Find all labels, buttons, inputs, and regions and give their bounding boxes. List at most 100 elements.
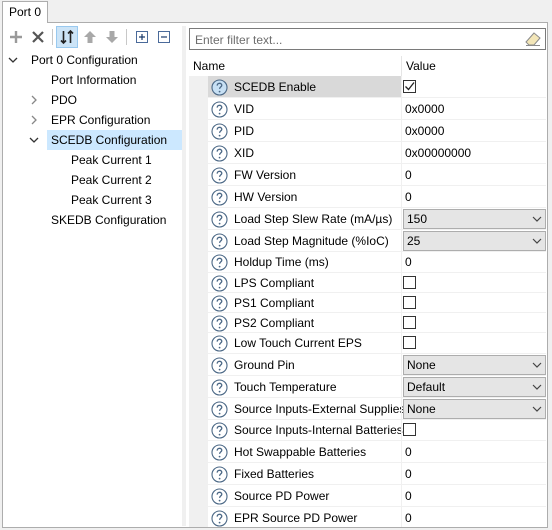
property-value[interactable]: 0	[405, 463, 412, 485]
property-checkbox[interactable]	[403, 80, 416, 93]
chevron-right-icon[interactable]	[29, 95, 39, 105]
help-icon[interactable]	[211, 254, 228, 271]
collapse-all-icon	[158, 31, 170, 43]
help-icon[interactable]	[211, 295, 228, 312]
property-row-source-pd-power[interactable]: Source PD Power 0	[189, 485, 546, 507]
property-row-touch-temperature[interactable]: Touch Temperature Default	[189, 376, 546, 398]
property-row-ps1-compliant[interactable]: PS1 Compliant	[189, 293, 546, 313]
tab-port-0[interactable]: Port 0	[2, 1, 48, 23]
help-icon[interactable]	[211, 488, 228, 505]
column-header-name[interactable]: Name	[189, 56, 401, 76]
delete-button[interactable]	[27, 26, 49, 48]
chevron-down-icon[interactable]	[29, 135, 39, 145]
property-row-fw-version[interactable]: FW Version 0	[189, 164, 546, 186]
property-row-ps2-compliant[interactable]: PS2 Compliant	[189, 313, 546, 333]
help-icon[interactable]	[211, 123, 228, 140]
property-value[interactable]: 0	[405, 507, 412, 527]
tree-item-epr-configuration[interactable]: EPR Configuration	[31, 110, 154, 130]
property-value[interactable]: 0	[405, 441, 412, 463]
property-name: Load Step Magnitude (%IoC)	[234, 234, 389, 248]
column-divider	[401, 333, 402, 354]
property-row-lps-compliant[interactable]: LPS Compliant	[189, 273, 546, 293]
eraser-icon[interactable]	[525, 32, 541, 46]
property-name: Load Step Slew Rate (mA/µs)	[234, 212, 393, 226]
property-value[interactable]: 0	[405, 164, 412, 186]
chevron-down-icon[interactable]	[8, 55, 18, 65]
panel-splitter[interactable]	[182, 26, 186, 526]
property-value[interactable]: 0x00000000	[405, 142, 471, 164]
tree-item-peak-current-3[interactable]: Peak Current 3	[67, 190, 156, 210]
property-checkbox[interactable]	[403, 316, 416, 329]
property-value[interactable]: 0	[405, 186, 412, 208]
property-row-vid[interactable]: VID 0x0000	[189, 98, 546, 120]
property-checkbox[interactable]	[403, 296, 416, 309]
help-icon[interactable]	[211, 233, 228, 250]
help-icon[interactable]	[211, 401, 228, 418]
property-row-load-step-slew-rate-ma-s[interactable]: Load Step Slew Rate (mA/µs) 150	[189, 208, 546, 230]
property-name: Touch Temperature	[234, 380, 337, 394]
property-row-epr-source-pd-power[interactable]: EPR Source PD Power 0	[189, 507, 546, 527]
tree-item-peak-current-1[interactable]: Peak Current 1	[67, 150, 156, 170]
property-row-low-touch-current-eps[interactable]: Low Touch Current EPS	[189, 333, 546, 354]
property-row-holdup-time-ms[interactable]: Holdup Time (ms) 0	[189, 252, 546, 273]
help-icon[interactable]	[211, 189, 228, 206]
help-icon[interactable]	[211, 315, 228, 332]
help-icon[interactable]	[211, 357, 228, 374]
property-row-source-inputs-internal-batteries[interactable]: Source Inputs-Internal Batteries	[189, 420, 546, 441]
sort-button[interactable]	[56, 26, 78, 48]
property-dropdown[interactable]: 150	[403, 209, 546, 229]
help-icon[interactable]	[211, 167, 228, 184]
property-value[interactable]: 0	[405, 252, 412, 273]
help-icon[interactable]	[211, 145, 228, 162]
property-checkbox[interactable]	[403, 423, 416, 436]
property-checkbox[interactable]	[403, 276, 416, 289]
move-down-button[interactable]	[101, 26, 123, 48]
help-icon[interactable]	[211, 422, 228, 439]
chevron-down-icon	[532, 362, 542, 368]
property-row-pid[interactable]: PID 0x0000	[189, 120, 546, 142]
tree-item-port-information[interactable]: Port Information	[47, 70, 140, 90]
help-icon[interactable]	[211, 466, 228, 483]
expand-all-button[interactable]	[131, 26, 153, 48]
help-icon[interactable]	[211, 379, 228, 396]
collapse-all-button[interactable]	[153, 26, 175, 48]
property-row-load-step-magnitude-ioc[interactable]: Load Step Magnitude (%IoC) 25	[189, 230, 546, 252]
property-dropdown[interactable]: 25	[403, 231, 546, 251]
property-value[interactable]: 0x0000	[405, 120, 444, 142]
help-icon[interactable]	[211, 510, 228, 527]
tree-item-skedb-configuration[interactable]: SKEDB Configuration	[47, 210, 170, 230]
move-up-button[interactable]	[79, 26, 101, 48]
property-row-xid[interactable]: XID 0x00000000	[189, 142, 546, 164]
filter-input[interactable]	[193, 30, 517, 50]
property-row-scedb-enable[interactable]: SCEDB Enable	[189, 76, 546, 98]
column-header-value[interactable]: Value	[402, 56, 546, 76]
property-row-ground-pin[interactable]: Ground Pin None	[189, 354, 546, 376]
chevron-right-icon[interactable]	[29, 115, 39, 125]
property-dropdown[interactable]: Default	[403, 377, 546, 397]
dropdown-value: None	[407, 402, 436, 416]
tree-item-port-0-configuration[interactable]: Port 0 Configuration	[8, 50, 142, 70]
property-dropdown[interactable]: None	[403, 399, 546, 419]
tree-item-scedb-configuration[interactable]: SCEDB Configuration	[29, 130, 182, 150]
property-value[interactable]: 0	[405, 485, 412, 507]
help-icon[interactable]	[211, 211, 228, 228]
property-row-source-inputs-external-supplies[interactable]: Source Inputs-External Supplies None	[189, 398, 546, 420]
help-icon[interactable]	[211, 79, 228, 96]
property-value[interactable]: 0x0000	[405, 98, 444, 120]
column-divider	[401, 230, 402, 252]
property-row-hw-version[interactable]: HW Version 0	[189, 186, 546, 208]
add-button[interactable]	[5, 26, 27, 48]
tree-item-pdo[interactable]: PDO	[31, 90, 81, 110]
property-row-hot-swappable-batteries[interactable]: Hot Swappable Batteries 0	[189, 441, 546, 463]
tree-toolbar	[5, 26, 180, 48]
help-icon[interactable]	[211, 101, 228, 118]
tree-item-peak-current-2[interactable]: Peak Current 2	[67, 170, 156, 190]
property-dropdown[interactable]: None	[403, 355, 546, 375]
property-checkbox[interactable]	[403, 336, 416, 349]
help-icon[interactable]	[211, 444, 228, 461]
help-icon[interactable]	[211, 275, 228, 292]
help-icon[interactable]	[211, 335, 228, 352]
property-row-fixed-batteries[interactable]: Fixed Batteries 0	[189, 463, 546, 485]
property-name: Source Inputs-Internal Batteries	[234, 423, 403, 437]
checkmark-icon	[405, 82, 415, 91]
